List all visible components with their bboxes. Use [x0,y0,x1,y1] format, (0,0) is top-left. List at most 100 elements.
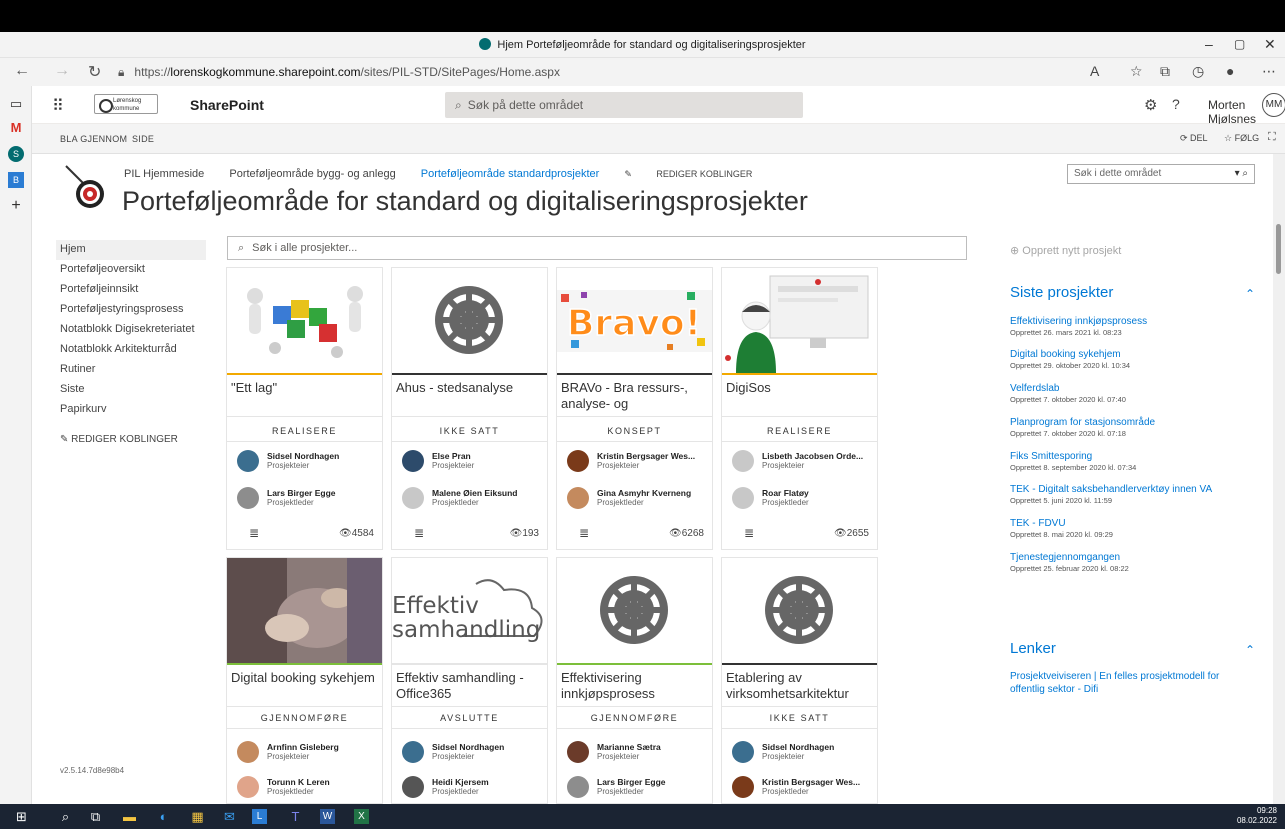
area-search-input[interactable]: Søk i dette området ▾ ⌕ [1067,164,1255,184]
crumb-standardprosjekter[interactable]: Porteføljeområde standardprosjekter [421,168,600,180]
owner[interactable]: Arnfinn Gisleberg Prosjekteier [237,741,382,767]
focus-mode-icon[interactable]: ⛶ [1268,131,1276,144]
chevron-up-icon[interactable]: ⌃ [1245,287,1255,301]
owner[interactable]: Sidsel Nordhagen Prosjekteier [732,741,877,767]
edge-icon[interactable]: ◐ [156,809,171,824]
owner[interactable]: Sidsel Nordhagen Prosjekteier [402,741,547,767]
project-search-input[interactable]: ⌕ Søk i alle prosjekter... [227,236,967,260]
site-search-box[interactable]: ⌕ Søk på dette området [445,92,803,118]
favorites-icon[interactable]: ☆ [1130,63,1143,80]
recent-project-item[interactable]: Effektivisering innkjøpsprosess Opprettet… [1010,316,1255,338]
recent-project-item[interactable]: Fiks Smittesporing Opprettet 8. september… [1010,451,1255,473]
close-icon[interactable]: ✕ [1264,36,1276,53]
help-icon[interactable]: ? [1172,96,1180,112]
windows-start-icon[interactable]: ⊞ [14,809,29,824]
owner[interactable]: Kristin Bergsager Wes... Prosjekteier [567,450,712,476]
project-card[interactable]: Digital booking sykehjem GJENNOMFØRE Arn… [226,557,383,804]
file-explorer-icon[interactable]: ▬ [122,809,137,824]
details-icon[interactable]: ≣ [579,526,589,540]
manager[interactable]: Malene Øien Eiksund Prosjektleder [402,487,547,513]
collections-icon[interactable]: ⧉ [1160,63,1170,80]
chevron-up-icon[interactable]: ⌃ [1245,643,1255,657]
recent-project-item[interactable]: Tjenestegjennomgangen Opprettet 25. febru… [1010,552,1255,574]
share-button[interactable]: ⟳ DEL [1180,133,1208,144]
project-card[interactable]: Effektivisering innkjøpsprosess GJENNOMF… [556,557,713,804]
project-card[interactable]: Ahus - stedsanalyse IKKE SATT Else Pran P… [391,267,548,550]
word-icon[interactable]: W [320,809,335,824]
project-card[interactable]: "Ett lag" REALISERE Sidsel Nordhagen Pros… [226,267,383,550]
page-scrollbar[interactable] [1273,154,1285,804]
project-card[interactable]: Bravo! BRAVo - Bra ressurs-, analyse- og… [556,267,713,550]
sharepoint-tab-icon[interactable]: S [8,146,24,162]
card-title[interactable]: DigiSos [722,380,877,396]
link-item[interactable]: Prosjektveiviseren | En felles prosjektm… [1010,670,1245,696]
restore-icon[interactable]: ▢ [1234,37,1245,51]
card-title[interactable]: "Ett lag" [227,380,382,396]
add-tab-icon[interactable]: + [8,198,24,214]
manager[interactable]: Heidi Kjersem Prosjektleder [402,776,547,802]
mail-icon[interactable]: ✉ [222,809,237,824]
crumb-bygg-anlegg[interactable]: Porteføljeområde bygg- og anlegg [229,168,395,180]
owner[interactable]: Else Pran Prosjekteier [402,450,547,476]
settings-icon[interactable]: ⚙ [1144,96,1157,114]
nav-item-porteføljeoversikt[interactable]: Porteføljeoversikt [60,260,220,280]
nav-item-hjem[interactable]: Hjem [56,240,206,260]
edit-links-top[interactable]: ✎ REDIGER KOBLINGER [624,169,774,179]
manager[interactable]: Roar Flatøy Prosjektleder [732,487,877,513]
ribbon-tab-browse[interactable]: BLA GJENNOM [60,134,127,144]
nav-item-notatblokk-digi[interactable]: Notatblokk Digisekreteriatet [60,320,220,340]
manager[interactable]: Lars Birger Egge Prosjektleder [237,487,382,513]
system-clock[interactable]: 09:28 08.02.2022 [1237,806,1277,826]
card-title[interactable]: Ahus - stedsanalyse [392,380,547,396]
recent-project-item[interactable]: Digital booking sykehjem Opprettet 29. ok… [1010,349,1255,371]
search-dropdown-icon[interactable]: ▾ ⌕ [1235,168,1248,179]
recent-project-item[interactable]: Velferdslab Opprettet 7. oktober 2020 kl.… [1010,383,1255,405]
manager[interactable]: Gina Asmyhr Kverneng Prosjektleder [567,487,712,513]
task-view-icon[interactable]: ⧉ [88,809,103,824]
nav-item-papirkurv[interactable]: Papirkurv [60,400,220,420]
back-icon[interactable]: ← [14,62,30,80]
scroll-thumb[interactable] [1276,224,1281,274]
details-icon[interactable]: ≣ [249,526,259,540]
follow-button[interactable]: ☆ FØLG [1224,133,1259,144]
project-card[interactable]: DigiSos REALISERE Lisbeth Jacobsen Orde.… [721,267,878,550]
new-project-button[interactable]: ⊕ Opprett nytt prosjekt [1010,244,1121,257]
owner[interactable]: Marianne Sætra Prosjekteier [567,741,712,767]
profile-icon[interactable]: ● [1226,63,1234,79]
gmail-icon[interactable]: M [8,120,24,136]
app-tab-icon[interactable]: B [8,172,24,188]
user-avatar[interactable]: MM [1262,93,1285,117]
recent-project-item[interactable]: Planprogram for stasjonsområde Opprettet … [1010,417,1255,439]
owner[interactable]: Sidsel Nordhagen Prosjekteier [237,450,382,476]
project-card[interactable]: Effektiv samhandling Effektiv samhandling… [391,557,548,804]
recent-project-item[interactable]: TEK - FDVU Opprettet 8. mai 2020 kl. 09:2… [1010,518,1255,540]
teams-icon[interactable]: T [288,809,303,824]
forward-icon[interactable]: → [54,62,70,80]
nav-item-rutiner[interactable]: Rutiner [60,360,220,380]
card-title[interactable]: Effektivisering innkjøpsprosess [557,670,712,702]
details-icon[interactable]: ≣ [414,526,424,540]
nav-item-notatblokk-arkitektur[interactable]: Notatblokk Arkitekturråd [60,340,220,360]
org-logo[interactable]: Lørenskog kommune [94,94,158,114]
recent-project-item[interactable]: TEK - Digitalt saksbehandlerverktøy inne… [1010,484,1255,506]
excel-icon[interactable]: X [354,809,369,824]
search-icon[interactable]: ⌕ [58,809,73,824]
crumb-pil-home[interactable]: PIL Hjemmeside [124,168,204,180]
card-title[interactable]: Effektiv samhandling - Office365 [392,670,547,702]
more-icon[interactable]: ⋯ [1262,63,1276,80]
planner-icon[interactable]: L [252,809,267,824]
app-name[interactable]: SharePoint [190,97,264,113]
details-icon[interactable]: ≣ [744,526,754,540]
read-aloud-icon[interactable]: A [1090,63,1099,79]
nav-item-siste[interactable]: Siste [60,380,220,400]
manager[interactable]: Kristin Bergsager Wes... Prosjektleder [732,776,877,802]
owner[interactable]: Lisbeth Jacobsen Orde... Prosjekteier [732,450,877,476]
nav-item-porteføljeinnsikt[interactable]: Porteføljeinnsikt [60,280,220,300]
ribbon-tab-page[interactable]: SIDE [132,134,154,144]
history-icon[interactable]: ◷ [1192,63,1204,80]
card-title[interactable]: Etablering av virksomhetsarkitektur [722,670,877,702]
manager[interactable]: Lars Birger Egge Prosjektleder [567,776,712,802]
url-field[interactable]: 🔒︎ https://lorenskogkommune.sharepoint.co… [118,61,1068,83]
card-title[interactable]: BRAVo - Bra ressurs-, analyse- og [557,380,712,412]
minimize-icon[interactable]: – [1205,36,1213,52]
